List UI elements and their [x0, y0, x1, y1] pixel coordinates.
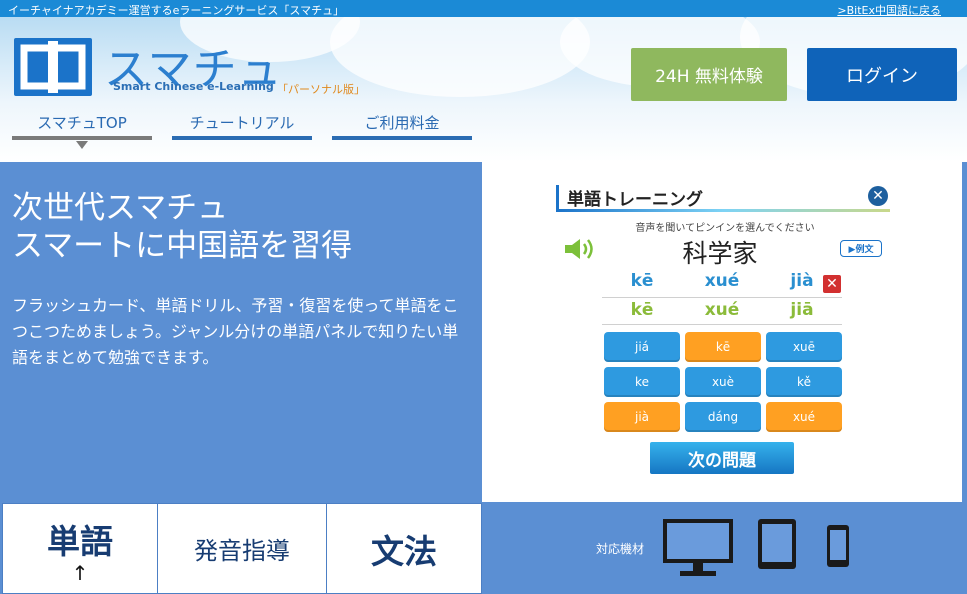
- feature-pronunciation[interactable]: 発音指導: [157, 503, 327, 594]
- hero-description: フラッシュカード、単語ドリル、予習・復習を使って単語をこつこつためましょう。ジャ…: [12, 296, 459, 367]
- title-underline: [556, 209, 890, 212]
- answer-pinyin-row: kē xué jià: [602, 271, 844, 295]
- pinyin-choice-button[interactable]: dáng: [685, 402, 761, 432]
- hero-title-line1: 次世代スマチュ: [12, 190, 229, 226]
- top-bar: イーチャイナアカデミー運営するeラーニングサービス「スマチュ」 >BitEx中国…: [0, 0, 967, 17]
- pinyin-choice-button[interactable]: xuē: [766, 332, 842, 362]
- free-trial-button[interactable]: 24H 無料体験: [631, 48, 787, 101]
- correct-pinyin: xué: [704, 300, 740, 320]
- edition-label: 「パーソナル版」: [277, 83, 365, 96]
- hero-title-line2: スマートに中国語を習得: [12, 228, 353, 264]
- training-instruction: 音声を聞いてピンインを選んでください: [635, 223, 815, 234]
- pinyin-choice-button[interactable]: xuè: [685, 367, 761, 397]
- pinyin-choice-button[interactable]: kē: [685, 332, 761, 362]
- answer-pinyin: kē: [630, 271, 654, 291]
- next-question-button[interactable]: 次の問題: [650, 442, 794, 474]
- header: スマチュ Smart Chinese e-Learning 「パーソナル版」 2…: [0, 17, 967, 162]
- pinyin-choice-button[interactable]: xué: [766, 402, 842, 432]
- smartphone-icon: [827, 525, 849, 567]
- close-icon[interactable]: ✕: [868, 186, 888, 206]
- feature-label: 単語: [47, 521, 113, 561]
- pinyin-choice-button[interactable]: ke: [604, 367, 680, 397]
- correct-pinyin: kē: [630, 300, 654, 320]
- divider: [602, 297, 842, 298]
- active-tab-caret-icon: [76, 141, 88, 149]
- feature-label: 発音指導: [194, 537, 290, 565]
- feature-vocabulary[interactable]: 単語 ↑: [2, 503, 158, 594]
- correct-pinyin-row: kē xué jiā: [602, 300, 844, 324]
- login-button[interactable]: ログイン: [807, 48, 957, 101]
- answer-pinyin: xué: [704, 271, 740, 291]
- training-title: 単語トレーニング: [556, 185, 703, 210]
- question-word: 科学家: [682, 239, 758, 268]
- site-tagline: イーチャイナアカデミー運営するeラーニングサービス「スマチュ」: [8, 4, 345, 17]
- example-sentence-button[interactable]: ▶例文: [840, 240, 882, 257]
- logo-icon[interactable]: [14, 38, 92, 96]
- pinyin-choice-button[interactable]: jià: [604, 402, 680, 432]
- feature-grammar[interactable]: 文法: [326, 503, 482, 594]
- back-to-bitex-link[interactable]: >BitEx中国語に戻る: [837, 2, 941, 18]
- feature-label: 文法: [371, 531, 437, 571]
- wrong-mark-icon: ✕: [823, 275, 841, 293]
- divider: [602, 324, 842, 325]
- nav-tab-pricing[interactable]: ご利用料金: [332, 110, 472, 140]
- supported-devices-label: 対応機材: [596, 542, 645, 556]
- tablet-icon: [758, 519, 796, 569]
- monitor-icon: [663, 519, 733, 576]
- nav-tab-top[interactable]: スマチュTOP: [12, 110, 152, 140]
- nav-tab-tutorial[interactable]: チュートリアル: [172, 110, 312, 140]
- pinyin-choice-button[interactable]: jiá: [604, 332, 680, 362]
- logo-subtitle: Smart Chinese e-Learning: [113, 80, 274, 93]
- cloud-decoration: [330, 17, 590, 97]
- pinyin-choice-button[interactable]: kě: [766, 367, 842, 397]
- up-arrow-icon: ↑: [71, 560, 89, 585]
- correct-pinyin: jiā: [790, 300, 814, 320]
- speaker-icon[interactable]: [563, 236, 597, 262]
- hero-title: 次世代スマチュ スマートに中国語を習得: [12, 189, 352, 265]
